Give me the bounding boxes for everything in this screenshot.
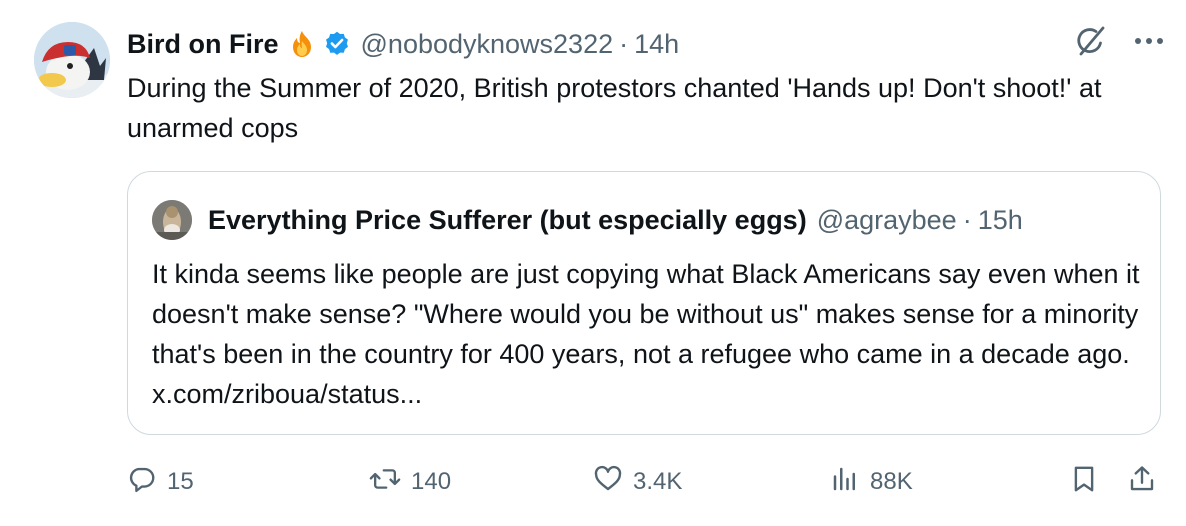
tweet-header: Bird on Fire @nobodyknows2322 · 14h: [127, 26, 679, 62]
like-button[interactable]: 3.4K: [593, 462, 682, 502]
quoted-tweet[interactable]: Everything Price Sufferer (but especiall…: [127, 171, 1161, 435]
top-actions: [1074, 24, 1164, 58]
quoted-tweet-text: It kinda seems like people are just copy…: [152, 254, 1142, 414]
author-handle[interactable]: @nobodyknows2322: [361, 29, 614, 60]
heart-icon: [593, 464, 623, 501]
quoted-tweet-body: It kinda seems like people are just copy…: [152, 259, 1140, 369]
quoted-author-handle[interactable]: @agraybee: [817, 205, 957, 236]
bookmark-icon: [1069, 464, 1099, 501]
views-button[interactable]: 88K: [830, 462, 913, 502]
share-icon: [1127, 464, 1157, 501]
verified-badge-icon[interactable]: [323, 30, 351, 58]
grok-icon[interactable]: [1074, 24, 1108, 58]
share-button[interactable]: [1127, 462, 1157, 502]
fire-emoji-icon: [287, 29, 317, 59]
author-avatar[interactable]: [34, 22, 110, 98]
action-bar: 15 140 3.4K 88K: [127, 462, 1161, 502]
reply-count: 15: [167, 468, 194, 495]
author-display-name[interactable]: Bird on Fire: [127, 29, 279, 60]
repost-count: 140: [411, 468, 452, 495]
repost-button[interactable]: 140: [369, 462, 451, 502]
view-count: 88K: [870, 468, 913, 495]
reply-button[interactable]: 15: [127, 462, 194, 502]
bookmark-button[interactable]: [1069, 462, 1099, 502]
tweet[interactable]: Bird on Fire @nobodyknows2322 · 14h Duri…: [0, 0, 1186, 526]
more-icon[interactable]: [1134, 36, 1164, 46]
quoted-tweet-timestamp[interactable]: 15h: [978, 205, 1023, 236]
quoted-author-avatar[interactable]: [152, 200, 192, 240]
reply-icon: [127, 464, 157, 501]
separator-dot: ·: [619, 28, 629, 59]
like-count: 3.4K: [633, 468, 683, 495]
tweet-timestamp[interactable]: 14h: [634, 29, 679, 60]
quoted-tweet-header: Everything Price Sufferer (but especiall…: [152, 200, 1023, 240]
tweet-text: During the Summer of 2020, British prote…: [127, 73, 1102, 143]
views-icon: [830, 464, 860, 501]
separator-dot: ·: [962, 204, 972, 235]
repost-icon: [369, 464, 401, 501]
quoted-tweet-link[interactable]: x.com/zriboua/status...: [152, 379, 422, 409]
quoted-author-display-name[interactable]: Everything Price Sufferer (but especiall…: [208, 205, 807, 236]
